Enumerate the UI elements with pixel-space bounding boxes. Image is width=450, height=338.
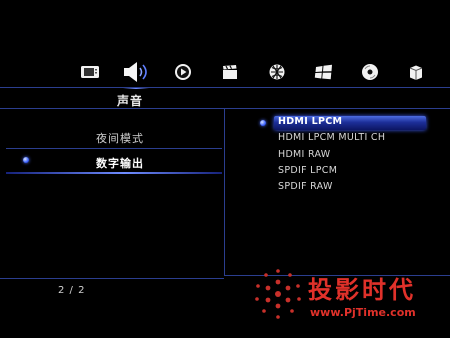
menu-item-label: 夜间模式 [96,132,144,145]
disc-icon [362,64,378,80]
selected-bullet-icon [260,120,266,126]
tab-sound[interactable] [121,58,151,89]
footer-divider [0,278,224,279]
option-spdif-raw[interactable]: SPDIF RAW [278,181,333,192]
watermark: 投影时代 www.PjTime.com [252,266,450,326]
menu-item-label: 数字输出 [96,157,144,170]
tv-icon [81,66,99,78]
header-divider [0,87,450,88]
tab-misc[interactable] [401,58,431,86]
play-icon [175,64,191,80]
windows-logo-icon [314,64,332,80]
option-hdmi-lpcm-multi-ch[interactable]: HDMI LPCM MULTI CH [278,132,385,143]
option-hdmi-lpcm[interactable]: HDMI LPCM [278,116,342,127]
tab-system[interactable] [309,58,339,86]
tab-network[interactable] [262,58,292,86]
watermark-url: www.PjTime.com [310,306,416,319]
menu-item-night-mode[interactable]: 夜间模式 [6,127,222,149]
page-title: 声音 [116,94,143,108]
option-hdmi-raw[interactable]: HDMI RAW [278,149,330,160]
box-icon [409,65,423,80]
category-tab-bar [75,58,445,89]
menu-item-digital-output[interactable]: 数字输出 [6,152,222,174]
watermark-logo-icon [255,269,301,319]
tab-movie[interactable] [215,58,245,86]
speaker-icon [124,62,147,82]
selected-bullet-icon [23,157,29,163]
network-globe-icon [269,64,285,80]
tab-video[interactable] [168,58,198,86]
page-indicator: 2 / 2 [58,285,86,296]
watermark-text: 投影时代 [308,276,416,304]
tab-tv[interactable] [75,58,105,86]
tab-disc[interactable] [355,58,385,86]
clapperboard-icon [223,65,237,79]
option-spdif-lpcm[interactable]: SPDIF LPCM [278,165,337,176]
